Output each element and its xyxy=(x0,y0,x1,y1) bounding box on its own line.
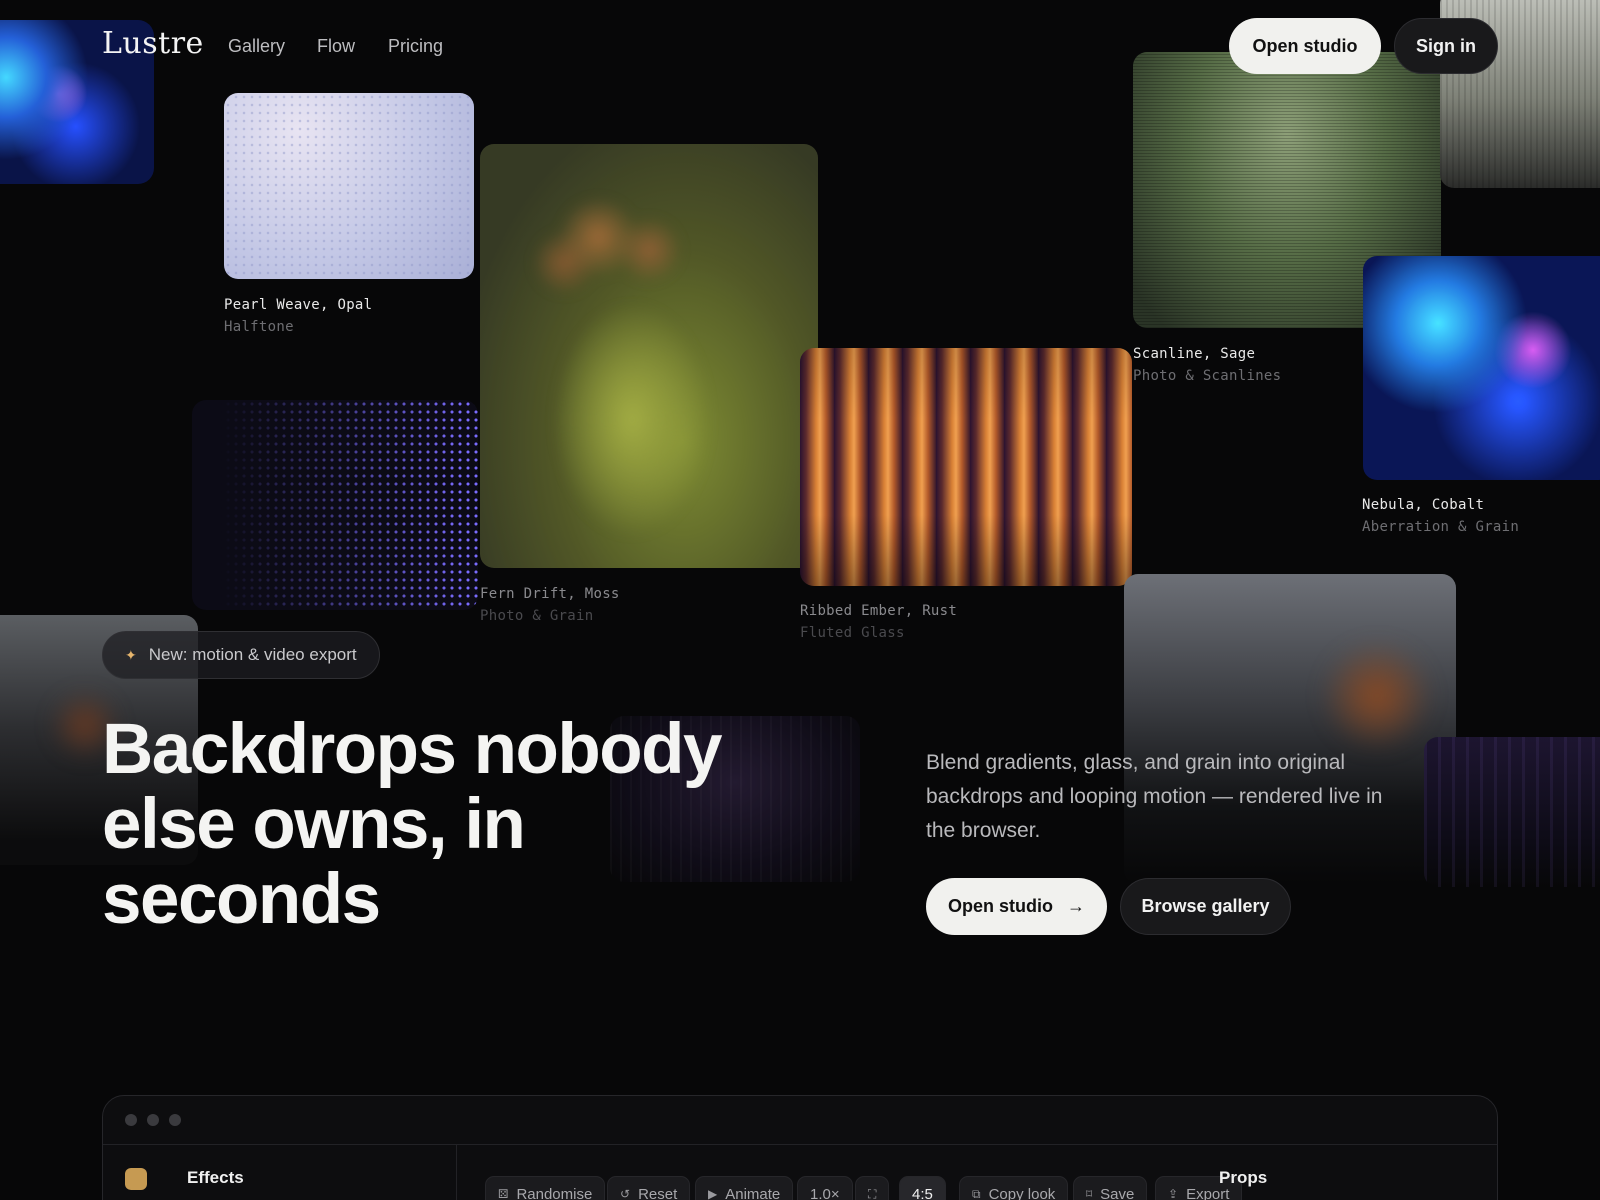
nav-link-pricing[interactable]: Pricing xyxy=(388,36,443,57)
effects-heading: Effects xyxy=(187,1168,244,1187)
effects-sidebar xyxy=(103,1145,457,1200)
props-heading: Props xyxy=(1219,1168,1268,1187)
caption-title: Ribbed Ember, Rust xyxy=(800,603,958,619)
caption-ribbed-ember: Ribbed Ember, Rust Fluted Glass xyxy=(800,600,957,644)
sparkle-icon: ✦ xyxy=(125,646,137,663)
nav-link-gallery[interactable]: Gallery xyxy=(228,36,285,57)
tile-ghost-right xyxy=(1424,737,1600,887)
caption-title: Pearl Weave, Opal xyxy=(224,297,373,313)
dice-icon: ⚄ xyxy=(498,1187,509,1200)
app-swatch xyxy=(125,1168,147,1190)
tile-ribbed-ember[interactable] xyxy=(800,348,1132,586)
caption-subtitle: Halftone xyxy=(224,319,294,335)
nav-open-studio-button[interactable]: Open studio xyxy=(1229,18,1381,74)
caption-scanline-sage: Scanline, Sage Photo & Scanlines xyxy=(1133,343,1281,387)
caption-pearl-weave: Pearl Weave, Opal Halftone xyxy=(224,294,372,338)
randomise-button[interactable]: ⚄ Randomise xyxy=(485,1176,606,1200)
copy-look-button[interactable]: ⧉ Copy look xyxy=(959,1176,1069,1200)
fullscreen-icon: ⛶ xyxy=(868,1186,877,1200)
caption-fern-drift: Fern Drift, Moss Photo & Grain xyxy=(480,583,620,627)
animate-button[interactable]: ▶ Animate xyxy=(695,1176,794,1200)
speed-select[interactable]: 1.0× xyxy=(797,1176,853,1200)
caption-subtitle: Photo & Grain xyxy=(480,608,594,624)
tile-nebula-cobalt[interactable] xyxy=(1363,256,1600,480)
nav-link-flow[interactable]: Flow xyxy=(317,36,355,57)
reset-icon: ↺ xyxy=(620,1187,631,1200)
window-dot[interactable] xyxy=(147,1114,159,1126)
sign-in-button[interactable]: Sign in xyxy=(1394,18,1498,74)
browse-gallery-button[interactable]: Browse gallery xyxy=(1120,878,1291,935)
window-dot[interactable] xyxy=(169,1114,181,1126)
caption-subtitle: Photo & Scanlines xyxy=(1133,368,1282,384)
window-dot[interactable] xyxy=(125,1114,137,1126)
save-button[interactable]: ⌑ Save xyxy=(1073,1176,1148,1200)
tile-pearl-weave[interactable] xyxy=(224,93,474,279)
button-label: Reset xyxy=(638,1185,678,1200)
window-controls xyxy=(125,1114,181,1126)
badge-text: New: motion & video export xyxy=(148,645,357,664)
reset-button[interactable]: ↺ Reset xyxy=(607,1176,691,1200)
logo[interactable]: Lustre xyxy=(102,26,204,61)
hero-headline: Backdrops nobody else owns, in seconds xyxy=(102,710,723,939)
caption-subtitle: Fluted Glass xyxy=(800,625,905,641)
fullscreen-button[interactable]: ⛶ xyxy=(855,1176,890,1200)
copy-icon: ⧉ xyxy=(972,1186,981,1200)
play-icon: ▶ xyxy=(708,1187,718,1200)
aspect-ratio-select[interactable]: 4:5 xyxy=(899,1176,946,1200)
arrow-right-icon: → xyxy=(1067,896,1085,916)
hero-open-studio-button[interactable]: Open studio → xyxy=(926,878,1107,935)
button-label: Open studio xyxy=(948,896,1053,916)
button-label: Copy look xyxy=(988,1185,1056,1200)
caption-title: Nebula, Cobalt xyxy=(1362,497,1485,513)
button-label: Randomise xyxy=(516,1185,593,1200)
tile-fern-drift[interactable] xyxy=(480,144,818,568)
caption-nebula-cobalt: Nebula, Cobalt Aberration & Grain xyxy=(1362,494,1519,538)
upload-icon: ⇪ xyxy=(1168,1187,1179,1200)
button-label: Save xyxy=(1100,1185,1135,1200)
button-label: Animate xyxy=(725,1185,781,1200)
bookmark-icon: ⌑ xyxy=(1086,1187,1093,1200)
caption-subtitle: Aberration & Grain xyxy=(1362,519,1520,535)
announcement-badge[interactable]: ✦ New: motion & video export xyxy=(102,631,380,679)
studio-window: Effects ⚄ Randomise ↺ Reset ▶ Animate 1.… xyxy=(102,1095,1498,1200)
tile-halftone-indigo[interactable] xyxy=(192,400,478,610)
caption-title: Scanline, Sage xyxy=(1133,346,1256,362)
caption-title: Fern Drift, Moss xyxy=(480,586,620,602)
hero-lede: Blend gradients, glass, and grain into o… xyxy=(926,751,1383,842)
